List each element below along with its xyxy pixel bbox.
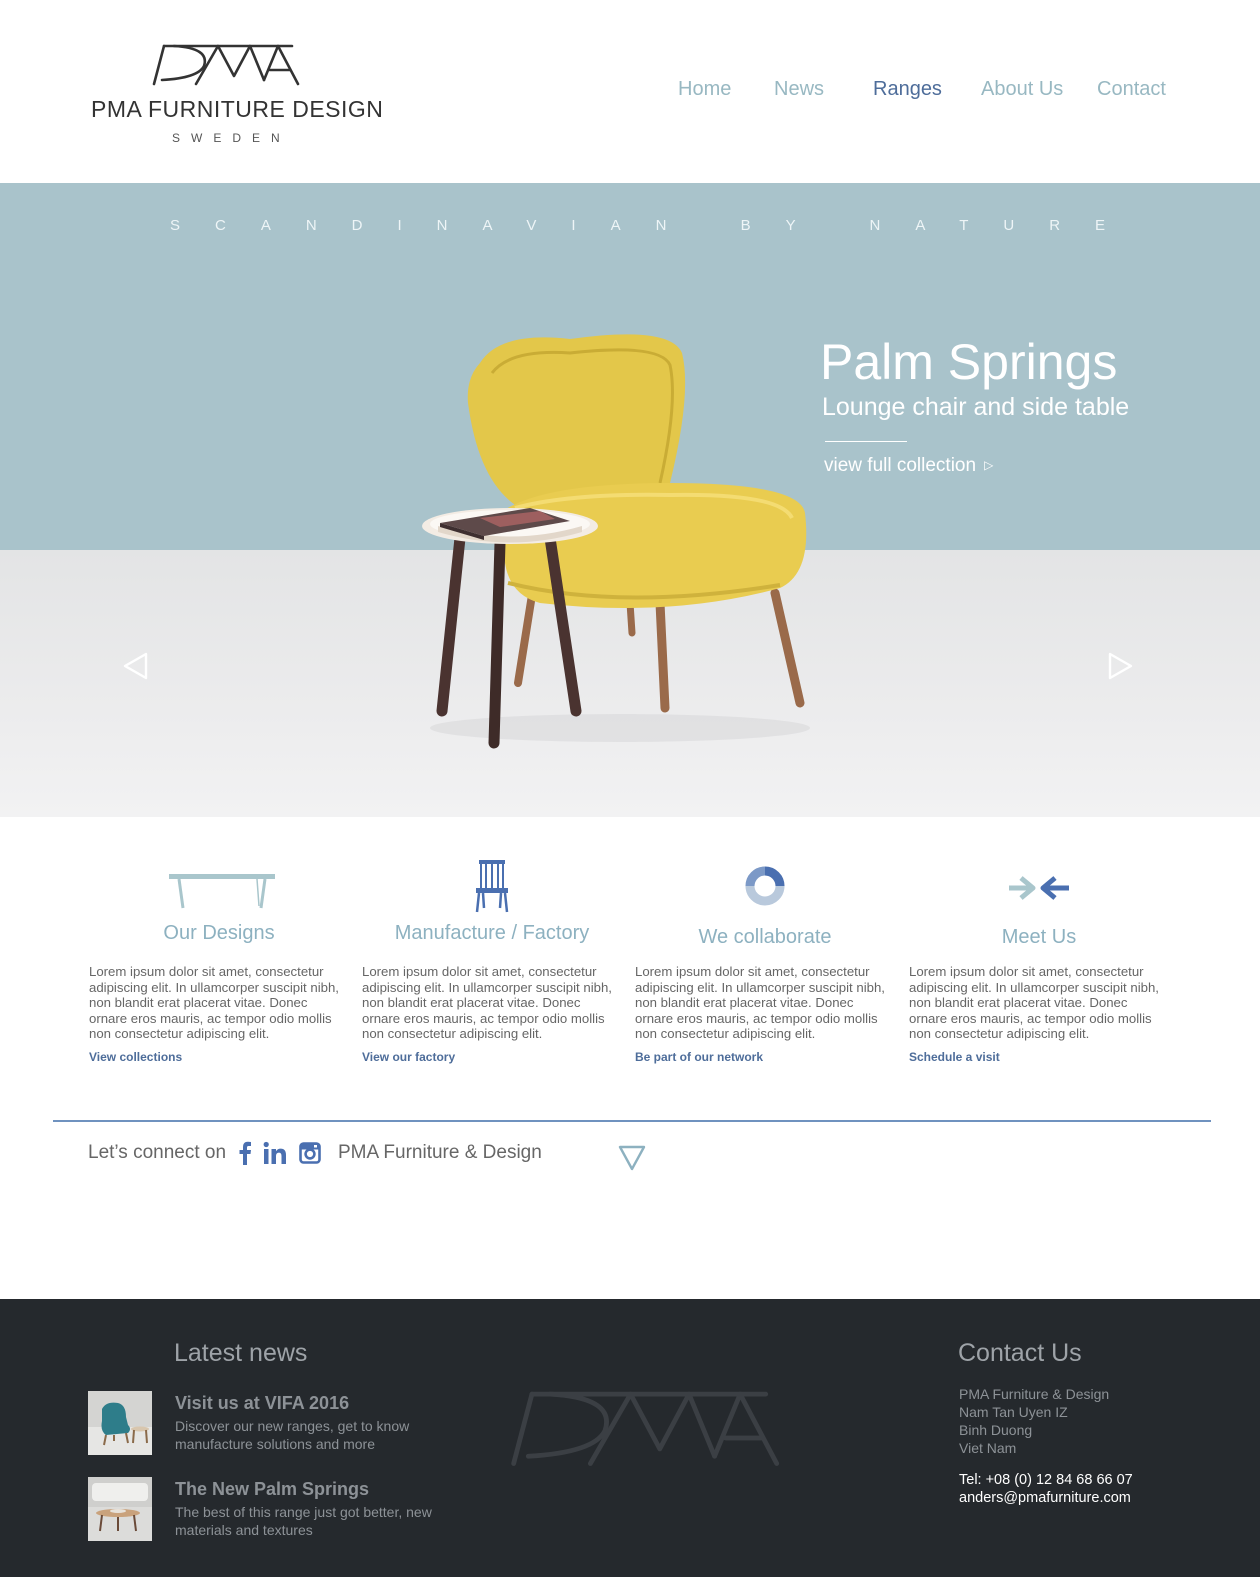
feature-title: Our Designs — [163, 922, 275, 944]
contact-title: Contact Us — [958, 1339, 1082, 1367]
main-nav: Home News Ranges About Us Contact — [0, 78, 1260, 108]
feature-title: Manufacture / Factory — [394, 922, 590, 944]
feature-title: Meet Us — [1001, 926, 1077, 948]
table-icon — [169, 874, 275, 909]
latest-news-title: Latest news — [174, 1339, 308, 1367]
feature-text: Lorem ipsum dolor sit amet, consectetur … — [635, 964, 885, 1041]
connect-company-name: PMA Furniture & Design — [338, 1142, 542, 1163]
hero-subtitle: Lounge chair and side table — [822, 393, 1130, 421]
nav-home[interactable]: Home — [678, 78, 731, 101]
connect-label: Let’s connect on — [88, 1142, 227, 1163]
nav-news[interactable]: News — [774, 78, 824, 101]
ring-icon — [745, 866, 785, 906]
linkedin-icon[interactable] — [263, 1141, 287, 1165]
news-item[interactable]: The New Palm Springs The best of this ra… — [88, 1477, 448, 1541]
news-title: The New Palm Springs — [175, 1479, 370, 1499]
nav-ranges[interactable]: Ranges — [873, 78, 942, 101]
contact-line: Viet Nam — [959, 1440, 1017, 1456]
nav-contact[interactable]: Contact — [1097, 78, 1166, 101]
join-network-link[interactable]: Be part of our network — [635, 1050, 763, 1064]
site-header: PMA FURNITURE DESIGN SWEDEN Home News Ra… — [0, 0, 1260, 183]
news-thumbnail — [88, 1477, 152, 1541]
facebook-icon[interactable] — [238, 1141, 252, 1165]
nav-about-us[interactable]: About Us — [981, 78, 1063, 101]
hero-tagline: SCANDINAVIAN BY NATURE — [170, 217, 1141, 234]
arrow-left-icon[interactable] — [121, 651, 151, 681]
logo-sub: SWEDEN — [172, 131, 291, 145]
news-item[interactable]: Visit us at VIFA 2016 Discover our new r… — [88, 1391, 448, 1455]
feature-text: Lorem ipsum dolor sit amet, consectetur … — [89, 964, 339, 1041]
section-divider — [53, 1120, 1211, 1122]
feature-text: Lorem ipsum dolor sit amet, consectetur … — [362, 964, 612, 1041]
contact-line: Nam Tan Uyen IZ — [959, 1404, 1068, 1420]
contact-address: PMA Furniture & Design Nam Tan Uyen IZ B… — [959, 1385, 1109, 1457]
news-thumbnail — [88, 1391, 152, 1455]
hero-title: Palm Springs — [820, 334, 1118, 390]
news-title: Visit us at VIFA 2016 — [175, 1393, 350, 1413]
view-collection-link[interactable]: view full collection ▷ — [824, 455, 993, 477]
triangle-right-icon: ▷ — [984, 458, 994, 472]
instagram-icon[interactable] — [299, 1141, 321, 1165]
chair-icon — [475, 860, 509, 913]
feature-title: We collaborate — [698, 926, 832, 948]
feature-text: Lorem ipsum dolor sit amet, consectetur … — [909, 964, 1159, 1041]
hero-divider — [825, 441, 907, 442]
hero-chair-image — [422, 334, 810, 749]
contact-email[interactable]: anders@pmafurniture.com — [959, 1489, 1131, 1507]
page: PMA FURNITURE DESIGN SWEDEN Home News Ra… — [0, 0, 1260, 1577]
view-collections-link[interactable]: View collections — [89, 1050, 182, 1064]
view-collection-label: view full collection — [824, 455, 977, 476]
site-footer: Latest news Visit us at VIFA 2016 Discov… — [0, 1299, 1260, 1577]
contact-line: Binh Duong — [959, 1422, 1033, 1438]
pma-watermark-logo — [511, 1391, 780, 1466]
schedule-visit-link[interactable]: Schedule a visit — [909, 1050, 1000, 1064]
contact-phone[interactable]: Tel: +08 (0) 12 84 68 66 07 — [959, 1471, 1133, 1489]
news-description: Discover our new ranges, get to know man… — [175, 1418, 410, 1452]
hero-slider: SCANDINAVIAN BY NATURE Palm Springs Loun… — [0, 183, 1260, 817]
triangle-down-icon[interactable] — [618, 1144, 646, 1172]
contact-line: PMA Furniture & Design — [959, 1386, 1110, 1402]
view-factory-link[interactable]: View our factory — [362, 1050, 455, 1064]
meet-arrows-icon — [1009, 876, 1069, 900]
news-description: The best of this range just got better, … — [175, 1504, 432, 1538]
arrow-right-icon[interactable] — [1105, 651, 1135, 681]
